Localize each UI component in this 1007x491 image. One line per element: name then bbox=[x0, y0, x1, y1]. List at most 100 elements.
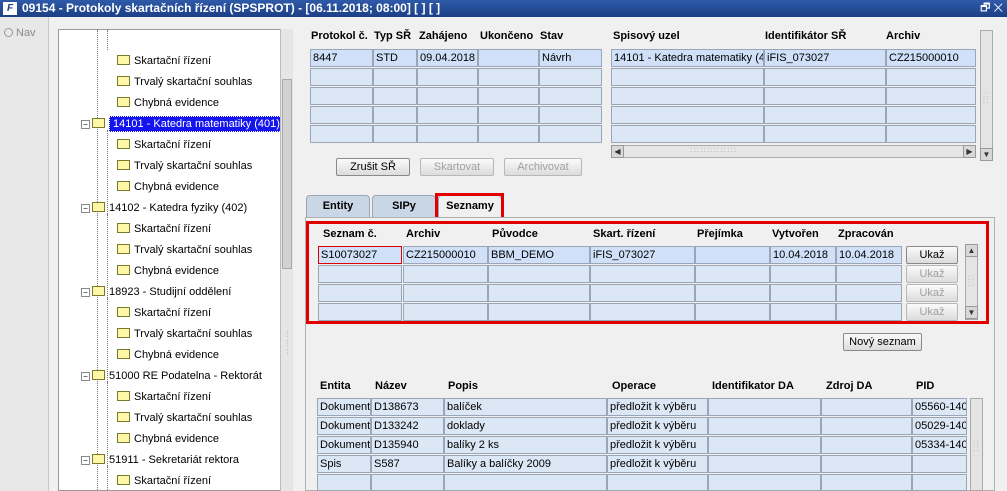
tree-item[interactable]: Skartační řízení bbox=[117, 388, 211, 407]
zdrojda-cell[interactable] bbox=[821, 417, 912, 435]
popis-cell[interactable]: Balíky a balíčky 2009 bbox=[444, 455, 607, 473]
empty-cell[interactable] bbox=[310, 68, 373, 86]
collapse-icon[interactable]: − bbox=[81, 456, 90, 465]
empty-cell[interactable] bbox=[611, 106, 764, 124]
archiv-cell[interactable]: CZ215000010 bbox=[886, 49, 976, 67]
empty-cell[interactable] bbox=[764, 106, 886, 124]
archive-button[interactable]: Archivovat bbox=[504, 158, 582, 176]
tree-item[interactable]: Skartační řízení bbox=[117, 220, 211, 239]
tree-item[interactable]: Trvalý skartační souhlas bbox=[117, 241, 252, 260]
empty-cell[interactable] bbox=[444, 474, 607, 491]
empty-cell[interactable] bbox=[478, 106, 539, 124]
tree-item[interactable]: Skartační řízení bbox=[117, 136, 211, 155]
splitter-grip-icon[interactable]: ⁞ ⁞ ⁞ bbox=[286, 330, 294, 357]
tree-item[interactable]: −51000 RE Podatelna - Rektorát bbox=[81, 367, 262, 386]
tree-item-selected[interactable]: −14101 - Katedra matematiky (401) bbox=[81, 115, 284, 134]
popis-cell[interactable]: balíky 2 ks bbox=[444, 436, 607, 454]
empty-cell[interactable] bbox=[912, 474, 967, 491]
empty-cell[interactable] bbox=[611, 87, 764, 105]
nazev-cell[interactable]: D133242 bbox=[371, 417, 444, 435]
empty-cell[interactable] bbox=[417, 87, 478, 105]
collapse-icon[interactable]: − bbox=[81, 120, 90, 129]
empty-cell[interactable] bbox=[417, 106, 478, 124]
empty-cell[interactable] bbox=[708, 474, 821, 491]
identda-cell[interactable] bbox=[708, 417, 821, 435]
pid-cell[interactable]: 05334-140 bbox=[912, 436, 967, 454]
empty-cell[interactable] bbox=[478, 68, 539, 86]
empty-cell[interactable] bbox=[317, 474, 371, 491]
ident-cell[interactable]: iFIS_073027 bbox=[764, 49, 886, 67]
empty-cell[interactable] bbox=[886, 68, 976, 86]
tree-item[interactable]: Chybná evidence bbox=[117, 430, 219, 449]
empty-cell[interactable] bbox=[310, 87, 373, 105]
pid-cell[interactable]: 05560-140 bbox=[912, 398, 967, 416]
tree-item[interactable]: −14102 - Katedra fyziky (402) bbox=[81, 199, 247, 218]
tree-item[interactable]: Trvalý skartační souhlas bbox=[117, 73, 252, 92]
uzel-cell[interactable]: 14101 - Katedra matematiky (4 bbox=[611, 49, 764, 67]
empty-cell[interactable] bbox=[611, 68, 764, 86]
empty-cell[interactable] bbox=[886, 125, 976, 143]
zahajeno-cell[interactable]: 09.04.2018 bbox=[417, 49, 478, 67]
entita-cell[interactable]: Dokument bbox=[317, 436, 371, 454]
empty-cell[interactable] bbox=[373, 87, 417, 105]
tree-item[interactable]: Trvalý skartační souhlas bbox=[117, 157, 252, 176]
scroll-down-icon[interactable]: ▼ bbox=[980, 148, 993, 161]
scroll-right-icon[interactable]: ▶ bbox=[963, 145, 976, 158]
tree-item[interactable]: −18923 - Studijní oddělení bbox=[81, 283, 231, 302]
zdrojda-cell[interactable] bbox=[821, 398, 912, 416]
empty-cell[interactable] bbox=[539, 68, 602, 86]
operace-cell[interactable]: předložit k výběru bbox=[607, 398, 708, 416]
empty-cell[interactable] bbox=[539, 106, 602, 124]
empty-cell[interactable] bbox=[764, 87, 886, 105]
pid-cell[interactable]: 05029-140 bbox=[912, 417, 967, 435]
tab-sipy[interactable]: SIPy bbox=[372, 195, 436, 217]
empty-cell[interactable] bbox=[373, 125, 417, 143]
empty-cell[interactable] bbox=[310, 106, 373, 124]
tree-item[interactable]: Chybná evidence bbox=[117, 94, 219, 113]
identda-cell[interactable] bbox=[708, 436, 821, 454]
ukonceno-cell[interactable] bbox=[478, 49, 539, 67]
empty-cell[interactable] bbox=[478, 125, 539, 143]
empty-cell[interactable] bbox=[886, 106, 976, 124]
empty-cell[interactable] bbox=[764, 125, 886, 143]
tree-item[interactable]: Skartační řízení bbox=[117, 304, 211, 323]
cancel-procedure-button[interactable]: Zrušit SŘ bbox=[336, 158, 410, 176]
collapse-icon[interactable]: − bbox=[81, 204, 90, 213]
nazev-cell[interactable]: D138673 bbox=[371, 398, 444, 416]
tree-item[interactable]: −51911 - Sekretariát rektora bbox=[81, 451, 239, 470]
operace-cell[interactable]: předložit k výběru bbox=[607, 455, 708, 473]
pid-cell[interactable] bbox=[912, 455, 967, 473]
empty-cell[interactable] bbox=[539, 125, 602, 143]
operace-cell[interactable]: předložit k výběru bbox=[607, 436, 708, 454]
new-list-button[interactable]: Nový seznam bbox=[843, 333, 922, 351]
stav-cell[interactable]: Návrh bbox=[539, 49, 602, 67]
operace-cell[interactable]: předložit k výběru bbox=[607, 417, 708, 435]
tree-scrollbar[interactable] bbox=[280, 29, 293, 491]
empty-cell[interactable] bbox=[310, 125, 373, 143]
entita-cell[interactable]: Dokument bbox=[317, 398, 371, 416]
shred-button[interactable]: Skartovat bbox=[420, 158, 494, 176]
zdrojda-cell[interactable] bbox=[821, 455, 912, 473]
nazev-cell[interactable]: D135940 bbox=[371, 436, 444, 454]
empty-cell[interactable] bbox=[417, 68, 478, 86]
typ-cell[interactable]: STD bbox=[373, 49, 417, 67]
tab-entity[interactable]: Entity bbox=[306, 195, 370, 217]
tree-item[interactable]: Skartační řízení bbox=[117, 472, 211, 490]
nav-toggle[interactable]: Nav bbox=[4, 27, 36, 39]
identda-cell[interactable] bbox=[708, 398, 821, 416]
empty-cell[interactable] bbox=[611, 125, 764, 143]
identda-cell[interactable] bbox=[708, 455, 821, 473]
entita-cell[interactable]: Dokument bbox=[317, 417, 371, 435]
empty-cell[interactable] bbox=[607, 474, 708, 491]
scroll-thumb[interactable] bbox=[282, 79, 292, 269]
scroll-left-icon[interactable]: ◀ bbox=[611, 145, 624, 158]
entita-cell[interactable]: Spis bbox=[317, 455, 371, 473]
tree-item[interactable]: Chybná evidence bbox=[117, 346, 219, 365]
empty-cell[interactable] bbox=[764, 68, 886, 86]
collapse-icon[interactable]: − bbox=[81, 288, 90, 297]
empty-cell[interactable] bbox=[478, 87, 539, 105]
tree-item[interactable]: Trvalý skartační souhlas bbox=[117, 409, 252, 428]
empty-cell[interactable] bbox=[539, 87, 602, 105]
empty-cell[interactable] bbox=[373, 106, 417, 124]
tree-item[interactable]: Chybná evidence bbox=[117, 262, 219, 281]
